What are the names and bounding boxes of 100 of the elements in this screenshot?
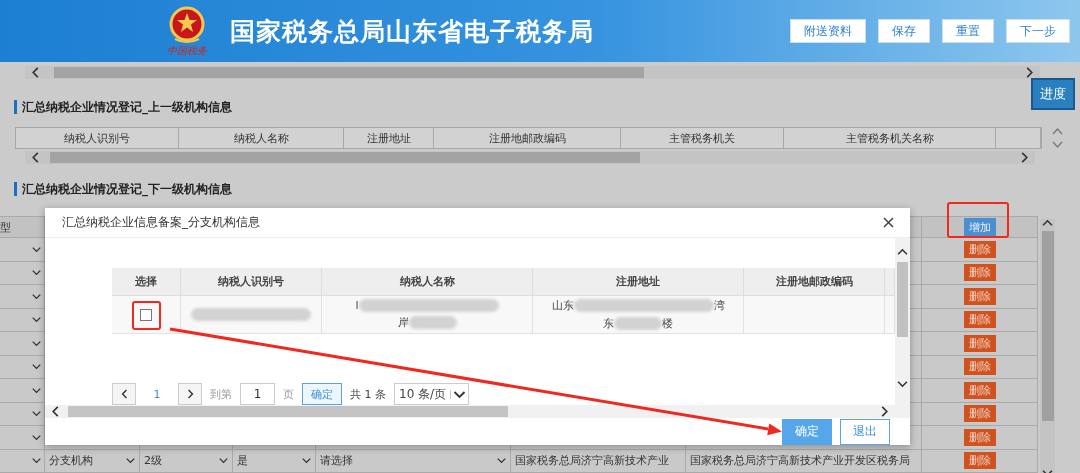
redaction-blur bbox=[408, 316, 457, 329]
column-header: 主管税务机关名称 bbox=[784, 128, 996, 148]
scrollbar-thumb[interactable] bbox=[68, 406, 508, 417]
column-header: 型 bbox=[0, 219, 11, 235]
dropdown-caret-icon[interactable] bbox=[32, 363, 41, 371]
highlight-box bbox=[947, 202, 1009, 238]
dropdown-caret-icon[interactable] bbox=[497, 457, 506, 465]
dropdown-caret-icon[interactable] bbox=[32, 292, 41, 300]
scroll-left-icon[interactable] bbox=[31, 67, 40, 78]
horizontal-scrollbar[interactable] bbox=[45, 405, 895, 418]
cell-text: 楼 bbox=[662, 316, 673, 331]
horizontal-scrollbar[interactable] bbox=[25, 151, 1035, 164]
cell-text: 岸 bbox=[397, 315, 409, 330]
delete-button[interactable]: 删除 bbox=[963, 334, 996, 352]
select-value: 2级 bbox=[144, 453, 162, 469]
highlight-box bbox=[132, 301, 161, 330]
scrollbar-thumb[interactable] bbox=[1041, 231, 1054, 421]
scroll-up-icon[interactable] bbox=[897, 248, 908, 256]
delete-button[interactable]: 删除 bbox=[963, 311, 996, 329]
page-number[interactable]: 1 bbox=[144, 387, 170, 401]
vertical-scrollbar[interactable] bbox=[1040, 219, 1055, 473]
horizontal-scrollbar[interactable] bbox=[25, 66, 1040, 79]
scroll-right-icon[interactable] bbox=[1025, 67, 1034, 78]
column-header: 纳税人识别号 bbox=[16, 128, 179, 148]
chevron-left-icon bbox=[120, 389, 128, 399]
select-field[interactable]: 2级 bbox=[140, 449, 233, 472]
delete-button[interactable]: 删除 bbox=[963, 287, 996, 305]
dropdown-caret-icon[interactable] bbox=[32, 339, 41, 347]
column-header bbox=[885, 268, 895, 296]
page-input[interactable]: 1 bbox=[240, 383, 275, 405]
add-button[interactable]: 增加 bbox=[963, 218, 996, 236]
select-field[interactable]: 分支机构 bbox=[45, 449, 140, 472]
header-button[interactable]: 保存 bbox=[878, 19, 930, 43]
confirm-button[interactable]: 确定 bbox=[782, 418, 832, 445]
delete-button[interactable]: 删除 bbox=[963, 452, 996, 470]
dropdown-caret-icon[interactable] bbox=[32, 410, 41, 418]
scroll-down-icon[interactable] bbox=[897, 380, 908, 388]
scroll-up-icon[interactable] bbox=[1042, 219, 1053, 227]
delete-button[interactable]: 删除 bbox=[963, 264, 996, 282]
column-header: 选择 bbox=[112, 268, 181, 296]
previous-page-button[interactable] bbox=[112, 383, 136, 405]
table-cell bbox=[885, 296, 895, 334]
delete-button[interactable]: 删除 bbox=[963, 381, 996, 399]
page-label: 页 bbox=[283, 386, 294, 402]
cell-text: 山东 bbox=[551, 298, 574, 313]
select-value: 分支机构 bbox=[49, 453, 93, 469]
column-header: 主管税务机关 bbox=[621, 128, 784, 148]
emblem-icon bbox=[167, 5, 207, 45]
column-header: 纳税人识别号 bbox=[181, 268, 322, 296]
dropdown-caret-icon[interactable] bbox=[32, 245, 41, 253]
section-title: 汇总纳税企业情况登记_下一级机构信息 bbox=[22, 180, 232, 198]
go-button[interactable]: 确定 bbox=[302, 383, 342, 405]
scrollbar-thumb[interactable] bbox=[897, 262, 908, 337]
dropdown-caret-icon[interactable] bbox=[32, 457, 41, 465]
scroll-right-icon[interactable] bbox=[1020, 152, 1029, 163]
delete-button[interactable]: 删除 bbox=[963, 428, 996, 446]
vertical-scrollbar[interactable] bbox=[895, 238, 910, 418]
table-cell: 国家税务总局济宁高新技术产业 bbox=[511, 449, 686, 472]
header-button[interactable]: 附送资料 bbox=[790, 19, 866, 43]
column-header: 注册地邮政编码 bbox=[434, 128, 621, 148]
select-field[interactable]: 请选择 bbox=[316, 449, 511, 472]
page-size-value: 10 条/页 bbox=[399, 385, 447, 403]
checkbox[interactable] bbox=[140, 308, 152, 321]
chevron-right-icon bbox=[186, 389, 194, 399]
delete-button[interactable]: 删除 bbox=[963, 358, 996, 376]
delete-button[interactable]: 删除 bbox=[963, 240, 996, 258]
logo-caption: 中国税务 bbox=[167, 45, 207, 57]
page-label: 到第 bbox=[210, 386, 232, 402]
dropdown-caret-icon[interactable] bbox=[32, 316, 41, 324]
total-count: 共 1 条 bbox=[350, 386, 386, 402]
table-cell: 国家税务总局济宁高新技术产业开发区税务局 bbox=[686, 449, 922, 472]
header-button[interactable]: 重置 bbox=[942, 19, 994, 43]
dropdown-caret-icon[interactable] bbox=[219, 457, 228, 465]
redaction-blur bbox=[614, 317, 662, 330]
select-value: 是 bbox=[237, 453, 248, 469]
progress-button[interactable]: 进度 bbox=[1031, 78, 1075, 110]
scroll-left-icon[interactable] bbox=[51, 406, 60, 417]
scrollbar-thumb[interactable] bbox=[54, 67, 644, 78]
header-button[interactable]: 下一步 bbox=[1006, 19, 1070, 43]
column-header: 注册地址 bbox=[533, 268, 744, 296]
dropdown-caret-icon[interactable] bbox=[32, 433, 41, 441]
scrollbar-thumb[interactable] bbox=[50, 152, 640, 163]
dropdown-caret-icon[interactable] bbox=[32, 269, 41, 277]
column-header: 纳税人名称 bbox=[322, 268, 533, 296]
select-value: 请选择 bbox=[320, 453, 353, 469]
select-field[interactable]: 是 bbox=[233, 449, 316, 472]
dropdown-caret-icon[interactable] bbox=[302, 457, 311, 465]
next-page-button[interactable] bbox=[178, 383, 202, 405]
column-header: 注册地址 bbox=[344, 128, 434, 148]
scroll-right-icon[interactable] bbox=[880, 406, 889, 417]
exit-button[interactable]: 退出 bbox=[840, 418, 890, 445]
close-icon[interactable] bbox=[883, 217, 894, 228]
column-header: 注册地邮政编码 bbox=[744, 268, 885, 296]
dialog-title: 汇总纳税企业信息备案_分支机构信息 bbox=[62, 214, 260, 231]
scroll-arrows-icon[interactable] bbox=[1052, 127, 1063, 149]
cell-text: 湾 bbox=[713, 298, 725, 313]
dropdown-caret-icon[interactable] bbox=[126, 457, 135, 465]
dropdown-caret-icon[interactable] bbox=[32, 386, 41, 394]
scroll-left-icon[interactable] bbox=[31, 152, 40, 163]
delete-button[interactable]: 删除 bbox=[963, 405, 996, 423]
